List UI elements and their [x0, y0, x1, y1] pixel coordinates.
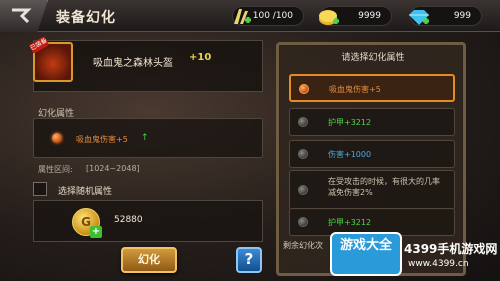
attribute-option[interactable]: 在受攻击的时候，有很大的几率减免伤害2%: [289, 170, 455, 210]
attribute-option[interactable]: 吸血鬼伤害+5: [289, 74, 455, 102]
panel-title: 请选择幻化属性: [341, 53, 405, 63]
gold-value: 9999: [358, 11, 381, 21]
watermark-logo: 游戏大全: [330, 232, 402, 276]
attribute-option[interactable]: 护甲+3212: [289, 108, 455, 136]
item-level: +10: [189, 52, 212, 63]
help-button[interactable]: ?: [236, 247, 262, 273]
option-text: 吸血鬼伤害+5: [329, 85, 381, 94]
orange-gem-icon: [299, 84, 309, 94]
add-gold-button[interactable]: +: [90, 226, 102, 238]
option-text: 在受攻击的时候，有很大的几率减免伤害2%: [328, 177, 440, 197]
page-title: 装备幻化: [56, 10, 116, 26]
gray-gem-icon: [298, 149, 308, 159]
gold-coin-icon: [319, 10, 339, 25]
remaining-count-label: 剩余幻化次: [283, 241, 323, 250]
random-attribute-label: 选择随机属性: [58, 187, 113, 197]
attribute-text: 吸血鬼伤害+5: [76, 135, 128, 144]
range-label: 属性区间:: [38, 165, 73, 174]
cost-value: 52880: [114, 215, 143, 225]
stamina-value: 100 /100: [252, 11, 293, 21]
random-attribute-checkbox[interactable]: [33, 182, 47, 196]
diamond-icon: [409, 10, 429, 25]
gray-gem-icon: [298, 217, 308, 227]
option-text: 伤害+1000: [328, 150, 372, 159]
back-arrow-icon: [12, 8, 32, 24]
stamina-icon: [234, 9, 251, 24]
orange-gem-icon: [52, 133, 62, 143]
gem-resource: 999: [409, 6, 482, 26]
attribute-option[interactable]: 伤害+1000: [289, 140, 455, 168]
watermark-url: www.4399.cn: [408, 259, 469, 269]
gem-value: 999: [453, 11, 471, 21]
transmog-button[interactable]: 幻化: [121, 247, 177, 273]
option-text: 护甲+3212: [328, 218, 372, 227]
gray-gem-icon: [298, 117, 308, 127]
up-arrow-icon: ↑: [141, 133, 149, 143]
stamina-resource: 100 /100: [232, 6, 304, 26]
option-text: 护甲+3212: [328, 118, 372, 127]
cost-box: [33, 200, 263, 242]
gray-gem-icon: [298, 185, 308, 195]
item-name: 吸血鬼之森林头盔: [93, 58, 173, 69]
range-value: [1024~2048]: [86, 164, 140, 173]
watermark-text: 4399手机游戏网: [404, 242, 498, 256]
gold-resource: 9999: [319, 6, 392, 26]
